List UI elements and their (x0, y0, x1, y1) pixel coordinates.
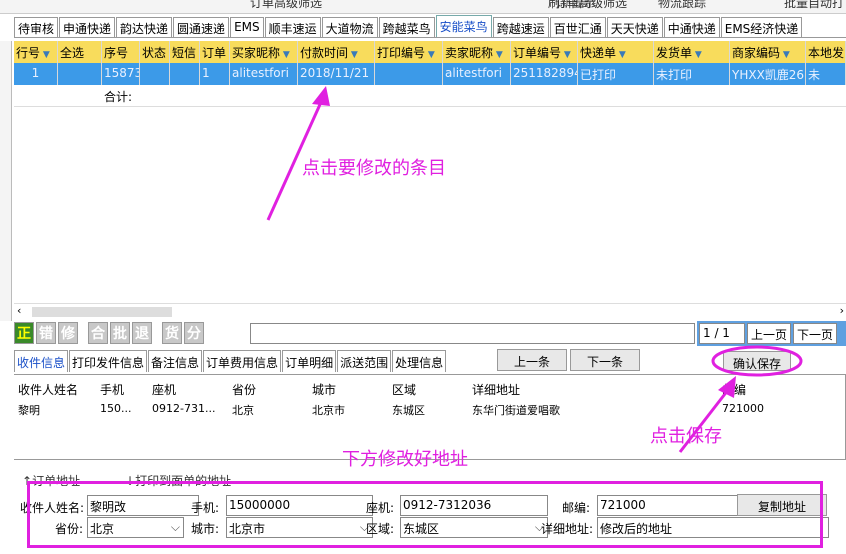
arrow-line (678, 389, 730, 453)
arrow-line (266, 99, 324, 221)
highlight-ellipse (711, 345, 803, 377)
annotation-arrows (266, 86, 803, 453)
arrow-head-icon (312, 86, 330, 106)
arrow-head-icon (718, 376, 736, 398)
